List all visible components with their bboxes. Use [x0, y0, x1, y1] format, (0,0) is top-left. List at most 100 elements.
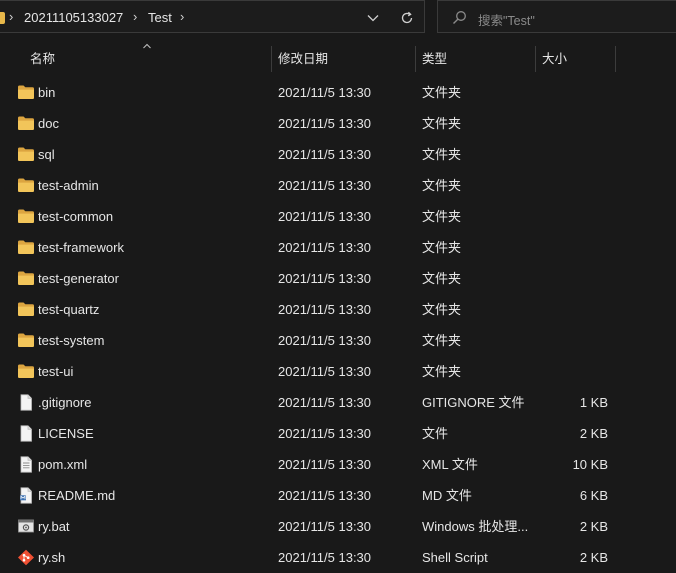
file-date: 2021/11/5 13:30: [278, 209, 372, 224]
file-name[interactable]: pom.xml: [38, 449, 87, 480]
file-date: 2021/11/5 13:30: [278, 240, 372, 255]
search-icon: [452, 10, 467, 28]
column-header-date[interactable]: 修改日期: [278, 44, 328, 74]
breadcrumb-item[interactable]: 20211105133027: [24, 10, 123, 25]
file-name[interactable]: test-quartz: [38, 294, 99, 325]
file-row[interactable]: LICENSE 2021/11/5 13:30 文件 2 KB: [0, 418, 676, 449]
file-name[interactable]: bin: [38, 77, 55, 108]
file-size: [540, 356, 608, 387]
file-date: 2021/11/5 13:30: [278, 395, 372, 410]
file-type: Windows 批处理...: [422, 519, 529, 534]
sort-ascending-icon: [143, 43, 151, 49]
folder-icon: [17, 84, 35, 101]
folder-icon: [17, 208, 35, 225]
file-date: 2021/11/5 13:30: [278, 302, 372, 317]
column-header-type[interactable]: 类型: [422, 44, 447, 74]
file-row[interactable]: test-ui 2021/11/5 13:30 文件夹: [0, 356, 676, 387]
chevron-right-icon[interactable]: ›: [180, 9, 184, 24]
column-header-size[interactable]: 大小: [542, 44, 567, 74]
file-row[interactable]: README.md 2021/11/5 13:30 MD 文件 6 KB: [0, 480, 676, 511]
column-divider[interactable]: [535, 46, 536, 72]
address-bar[interactable]: › 20211105133027 › Test ›: [0, 0, 425, 33]
file-type: 文件夹: [422, 147, 462, 162]
file-size: 10 KB: [572, 457, 608, 472]
column-divider[interactable]: [615, 46, 616, 72]
search-box[interactable]: 搜索"Test": [437, 0, 676, 33]
breadcrumb-item[interactable]: Test: [148, 10, 172, 25]
file-name[interactable]: ry.bat: [38, 511, 70, 542]
file-name[interactable]: ry.sh: [38, 542, 65, 573]
file-type: 文件夹: [422, 271, 462, 286]
file-type: 文件夹: [422, 364, 462, 379]
file-row[interactable]: test-quartz 2021/11/5 13:30 文件夹: [0, 294, 676, 325]
file-row[interactable]: test-common 2021/11/5 13:30 文件夹: [0, 201, 676, 232]
refresh-icon[interactable]: [394, 6, 420, 30]
file-size: [540, 232, 608, 263]
file-type: 文件夹: [422, 240, 462, 255]
file-size: 2 KB: [579, 426, 608, 441]
search-input[interactable]: 搜索"Test": [478, 10, 535, 29]
file-type: 文件夹: [422, 85, 462, 100]
batch-file-icon: [17, 518, 35, 535]
file-date: 2021/11/5 13:30: [278, 178, 372, 193]
column-divider[interactable]: [271, 46, 272, 72]
file-row[interactable]: test-framework 2021/11/5 13:30 文件夹: [0, 232, 676, 263]
file-icon: [17, 394, 35, 411]
markdown-file-icon: [17, 487, 35, 504]
folder-icon: [17, 332, 35, 349]
column-header-name[interactable]: 名称: [30, 44, 55, 74]
folder-icon: [17, 115, 35, 132]
file-name[interactable]: test-admin: [38, 170, 99, 201]
file-name[interactable]: test-generator: [38, 263, 119, 294]
file-name[interactable]: test-ui: [38, 356, 73, 387]
file-name[interactable]: doc: [38, 108, 59, 139]
file-row[interactable]: test-admin 2021/11/5 13:30 文件夹: [0, 170, 676, 201]
file-date: 2021/11/5 13:30: [278, 550, 372, 565]
file-size: [540, 263, 608, 294]
file-size: [540, 325, 608, 356]
file-date: 2021/11/5 13:30: [278, 147, 372, 162]
file-list: bin 2021/11/5 13:30 文件夹 doc 2021/11/5 13:30 文…: [0, 77, 676, 573]
file-type: 文件夹: [422, 333, 462, 348]
file-date: 2021/11/5 13:30: [278, 364, 372, 379]
folder-icon: [0, 12, 5, 24]
file-type: Shell Script: [422, 550, 488, 565]
file-size: [540, 108, 608, 139]
file-date: 2021/11/5 13:30: [278, 488, 372, 503]
file-row[interactable]: test-system 2021/11/5 13:30 文件夹: [0, 325, 676, 356]
file-size: [540, 139, 608, 170]
file-size: 1 KB: [579, 395, 608, 410]
file-name[interactable]: README.md: [38, 480, 115, 511]
file-date: 2021/11/5 13:30: [278, 85, 372, 100]
file-name[interactable]: test-common: [38, 201, 113, 232]
chevron-right-icon[interactable]: ›: [9, 9, 13, 24]
folder-icon: [17, 177, 35, 194]
column-divider[interactable]: [415, 46, 416, 72]
file-type: 文件夹: [422, 178, 462, 193]
chevron-down-icon[interactable]: [360, 6, 386, 30]
file-row[interactable]: .gitignore 2021/11/5 13:30 GITIGNORE 文件 1 K…: [0, 387, 676, 418]
file-size: [540, 170, 608, 201]
file-name[interactable]: test-system: [38, 325, 104, 356]
file-type: XML 文件: [422, 457, 478, 472]
chevron-right-icon[interactable]: ›: [133, 9, 137, 24]
file-size: 2 KB: [579, 550, 608, 565]
folder-icon: [17, 270, 35, 287]
file-name[interactable]: sql: [38, 139, 55, 170]
file-type: 文件: [422, 426, 449, 441]
file-row[interactable]: pom.xml 2021/11/5 13:30 XML 文件 10 KB: [0, 449, 676, 480]
file-name[interactable]: LICENSE: [38, 418, 94, 449]
file-name[interactable]: test-framework: [38, 232, 124, 263]
folder-icon: [17, 363, 35, 380]
column-header-row: 名称 修改日期 类型 大小: [0, 43, 676, 74]
file-row[interactable]: sql 2021/11/5 13:30 文件夹: [0, 139, 676, 170]
file-date: 2021/11/5 13:30: [278, 426, 372, 441]
file-row[interactable]: ry.bat 2021/11/5 13:30 Windows 批处理... 2 KB: [0, 511, 676, 542]
file-row[interactable]: doc 2021/11/5 13:30 文件夹: [0, 108, 676, 139]
file-date: 2021/11/5 13:30: [278, 116, 372, 131]
file-name[interactable]: .gitignore: [38, 387, 91, 418]
file-date: 2021/11/5 13:30: [278, 457, 372, 472]
file-row[interactable]: bin 2021/11/5 13:30 文件夹: [0, 77, 676, 108]
file-row[interactable]: ry.sh 2021/11/5 13:30 Shell Script 2 KB: [0, 542, 676, 573]
file-row[interactable]: test-generator 2021/11/5 13:30 文件夹: [0, 263, 676, 294]
